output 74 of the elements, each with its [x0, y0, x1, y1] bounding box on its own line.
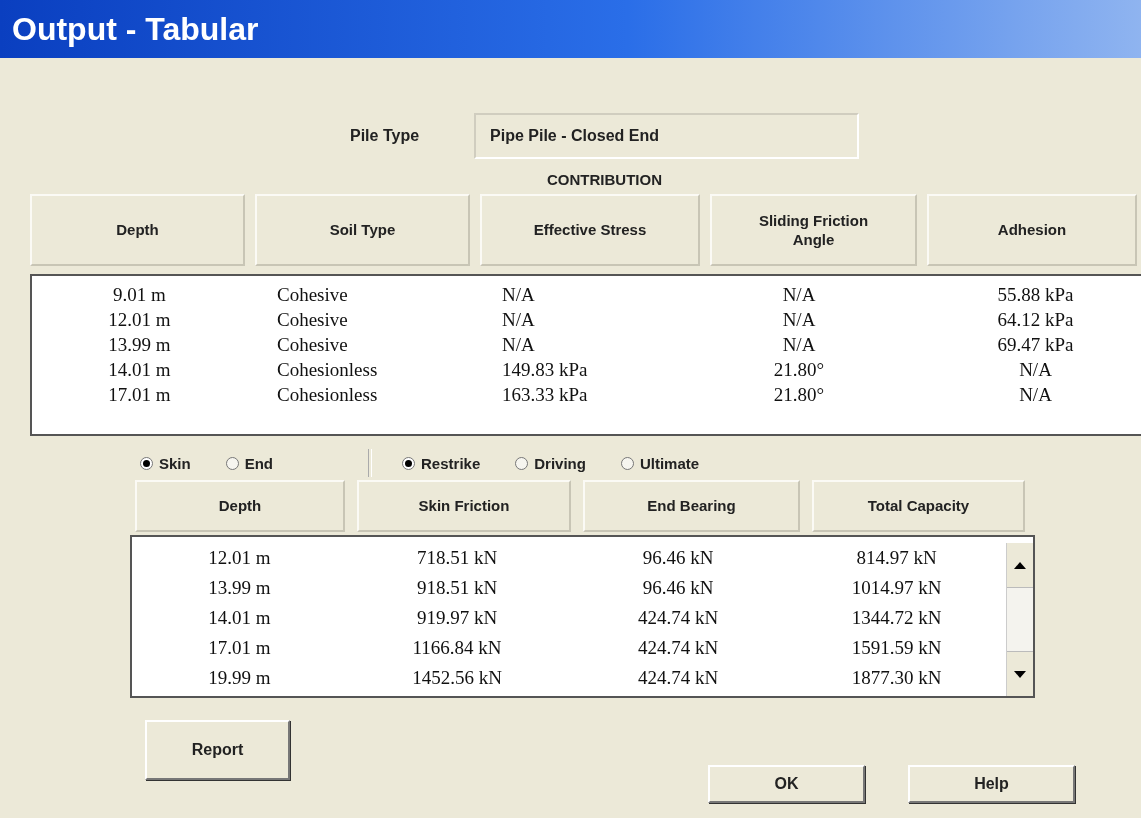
table-cell-text: N/A: [501, 283, 536, 306]
radio-button[interactable]: [225, 456, 239, 470]
table-cell-text: 14.01 m: [107, 358, 172, 381]
table-cell-text: 13.99 m: [107, 333, 172, 356]
table-cell-text: 64.12 kPa: [996, 308, 1075, 331]
help-button[interactable]: Help: [908, 765, 1075, 803]
column-header: Depth: [30, 194, 245, 266]
pile-type-field: Pipe Pile - Closed End: [474, 113, 860, 159]
table-cell-text: Cohesive: [276, 308, 349, 331]
table-cell-text: Cohesive: [276, 283, 349, 306]
column-header: Effective Stress: [480, 194, 700, 266]
radio-button[interactable]: [515, 456, 529, 470]
section-title: CONTRIBUTION: [547, 171, 662, 188]
scrollbar[interactable]: [1006, 543, 1033, 696]
table-cell-text: 17.01 m: [207, 637, 272, 659]
table-cell-text: 13.99 m: [207, 577, 272, 599]
radio-label[interactable]: Restrike: [421, 454, 481, 472]
table-cell-text: N/A: [781, 308, 817, 331]
table-cell-text: Cohesive: [276, 333, 349, 356]
table-cell-text: 814.97 kN: [855, 547, 938, 569]
table-cell-text: 424.74 kN: [636, 607, 720, 629]
column-header: Sliding Friction Angle: [710, 194, 917, 266]
radio-label[interactable]: Skin: [159, 454, 191, 472]
radio-button[interactable]: [620, 456, 634, 470]
radio-label[interactable]: Driving: [534, 454, 586, 472]
column-header: Soil Type: [255, 194, 470, 266]
table-cell-text: N/A: [781, 333, 817, 356]
table-cell-text: 96.46 kN: [641, 577, 715, 599]
table-cell-text: 69.47 kPa: [996, 333, 1075, 356]
table-cell-text: 1452.56 kN: [411, 667, 503, 689]
table-cell-text: 17.01 m: [107, 383, 172, 406]
table-cell-text: 424.74 kN: [636, 637, 720, 659]
table-cell-text: 96.46 kN: [641, 547, 715, 569]
table-cell-text: 1014.97 kN: [850, 577, 943, 599]
table-cell-text: 1344.72 kN: [850, 607, 943, 629]
table-cell-text: N/A: [781, 283, 817, 306]
table-cell-text: 149.83 kPa: [501, 358, 589, 381]
column-header: Skin Friction: [357, 480, 571, 532]
radio-button[interactable]: [140, 456, 153, 470]
table-cell-text: 919.97 kN: [415, 607, 499, 629]
column-header: End Bearing: [583, 480, 800, 532]
radio-label[interactable]: End: [244, 454, 274, 472]
column-header: Adhesion: [927, 194, 1137, 266]
radio-button[interactable]: [402, 456, 416, 470]
window-title: Output - Tabular: [12, 10, 259, 48]
table-cell-text: 12.01 m: [207, 547, 272, 569]
report-button[interactable]: Report: [145, 720, 290, 780]
table-cell-text: 21.80°: [772, 358, 826, 381]
ok-button[interactable]: OK: [708, 765, 865, 803]
pile-type-label: Pile Type: [350, 127, 420, 145]
table-cell-text: 1166.84 kN: [411, 637, 503, 659]
table-cell-text: N/A: [1018, 358, 1053, 381]
table-cell-text: 21.80°: [772, 383, 826, 406]
table-cell-text: 19.99 m: [207, 667, 272, 689]
table-cell-text: 718.51 kN: [415, 547, 499, 569]
table-cell-text: N/A: [501, 308, 536, 331]
table-cell-text: 14.01 m: [207, 607, 272, 629]
table-cell-text: Cohesionless: [276, 383, 379, 406]
scroll-up-icon[interactable]: [1014, 561, 1026, 569]
table-cell-text: 424.74 kN: [636, 667, 720, 689]
table-cell-text: 918.51 kN: [415, 577, 499, 599]
table-cell-text: 1877.30 kN: [850, 667, 943, 689]
column-header: Total Capacity: [812, 480, 1025, 532]
table-cell-text: 55.88 kPa: [996, 283, 1075, 306]
table-cell-text: N/A: [501, 333, 536, 356]
table-cell-text: 1591.59 kN: [850, 637, 943, 659]
scroll-down-icon[interactable]: [1014, 670, 1026, 678]
table-cell-text: 9.01 m: [112, 283, 167, 306]
radio-label[interactable]: Ultimate: [639, 454, 700, 472]
table-cell-text: 12.01 m: [107, 308, 172, 331]
table-cell-text: N/A: [1018, 383, 1053, 406]
table-cell-text: 163.33 kPa: [501, 383, 589, 406]
table-cell-text: Cohesionless: [276, 358, 379, 381]
column-header: Depth: [135, 480, 345, 532]
